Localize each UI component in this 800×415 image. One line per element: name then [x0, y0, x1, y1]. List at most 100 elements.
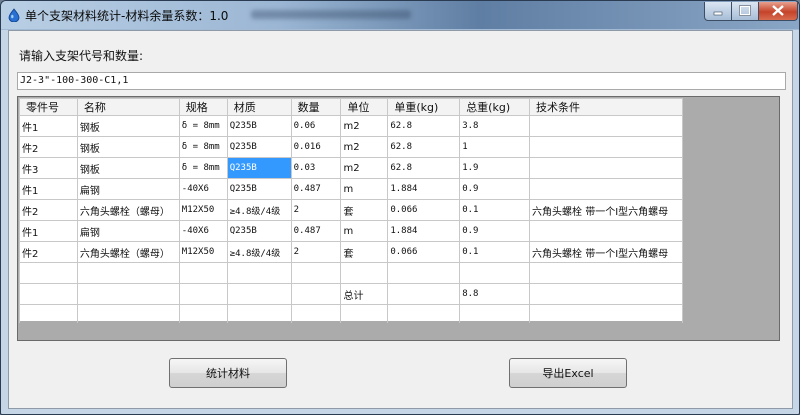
materials-grid[interactable]: 零件号 名称 规格 材质 数量 单位 单重(kg) 总重(kg) 技术条件 件1 钢板 δ = 8m… [17, 96, 780, 341]
table-cell[interactable]: -40X6 [178, 178, 228, 200]
stats-button[interactable]: 统计材料 [169, 358, 287, 388]
table-cell[interactable] [226, 262, 292, 284]
table-cell[interactable]: 钢板 [76, 136, 180, 158]
table-row[interactable]: 总计 8.8 [19, 283, 683, 305]
table-cell[interactable]: m2 [340, 136, 389, 158]
column-header[interactable]: 规格 [178, 98, 228, 116]
column-header[interactable]: 零件号 [19, 98, 78, 116]
table-row[interactable]: 件3 钢板 δ = 8mm Q235B 0.03 m2 62.8 1.9 [19, 157, 683, 179]
table-cell[interactable]: δ = 8mm [178, 157, 228, 179]
table-cell[interactable]: 件3 [19, 157, 78, 179]
table-row[interactable]: 件1 扁钢 -40X6 Q235B 0.487 m 1.884 0.9 [19, 178, 683, 200]
table-cell[interactable]: 0.1 [459, 199, 531, 221]
column-header[interactable]: 单位 [340, 98, 389, 116]
table-cell[interactable]: 1.9 [459, 157, 531, 179]
table-cell[interactable] [387, 283, 461, 305]
table-cell[interactable] [76, 262, 180, 284]
table-cell[interactable]: ≥4.8级/4级 [226, 199, 292, 221]
table-cell[interactable]: 0.1 [459, 241, 531, 263]
table-cell[interactable]: 0.066 [387, 241, 461, 263]
table-cell[interactable] [529, 220, 683, 242]
table-cell[interactable] [529, 262, 683, 284]
table-cell[interactable] [459, 262, 531, 284]
table-cell[interactable]: Q235B [226, 115, 292, 137]
table-row[interactable]: 件1 扁钢 -40X6 Q235B 0.487 m 1.884 0.9 [19, 220, 683, 242]
table-row[interactable] [19, 262, 683, 284]
table-cell[interactable] [340, 262, 389, 284]
table-cell[interactable]: 0.487 [290, 220, 342, 242]
column-header[interactable]: 材质 [226, 98, 292, 116]
table-cell[interactable]: m [340, 178, 389, 200]
table-cell[interactable]: 1.884 [387, 178, 461, 200]
table-cell[interactable]: 套 [340, 199, 389, 221]
table-cell[interactable]: 0.9 [459, 220, 531, 242]
table-row[interactable]: 件2 六角头螺栓（螺母） M12X50 ≥4.8级/4级 2 套 0.066 0.1 六角头螺栓… [19, 199, 683, 221]
table-cell[interactable]: 8.8 [459, 283, 531, 305]
column-header[interactable]: 数量 [290, 98, 342, 116]
export-excel-button[interactable]: 导出Excel [509, 358, 627, 388]
table-row[interactable]: 件2 钢板 δ = 8mm Q235B 0.016 m2 62.8 1 [19, 136, 683, 158]
table-cell[interactable] [529, 178, 683, 200]
maximize-button[interactable] [731, 2, 759, 21]
table-cell[interactable]: 六角头螺栓（螺母） [76, 241, 180, 263]
table-cell[interactable] [290, 262, 342, 284]
table-cell[interactable]: 0.487 [290, 178, 342, 200]
table-cell[interactable]: 件1 [19, 115, 78, 137]
table-cell[interactable] [387, 262, 461, 284]
table-cell[interactable]: 1 [459, 136, 531, 158]
table-cell[interactable]: m [340, 220, 389, 242]
table-cell[interactable] [529, 115, 683, 137]
table-cell[interactable]: 2 [290, 199, 342, 221]
table-cell[interactable]: 总计 [340, 283, 389, 305]
table-cell[interactable] [76, 283, 180, 305]
table-cell[interactable]: 扁钢 [76, 220, 180, 242]
table-cell[interactable] [529, 136, 683, 158]
table-cell[interactable] [19, 262, 78, 284]
column-header[interactable]: 名称 [76, 98, 180, 116]
table-cell[interactable] [529, 157, 683, 179]
table-cell[interactable]: 扁钢 [76, 178, 180, 200]
table-cell[interactable]: 钢板 [76, 115, 180, 137]
column-header[interactable]: 技术条件 [529, 98, 683, 116]
table-cell[interactable] [178, 283, 228, 305]
bracket-code-input[interactable]: J2-3"-100-300-C1,1 [17, 72, 786, 90]
table-cell[interactable]: 钢板 [76, 157, 180, 179]
table-cell[interactable]: 2 [290, 241, 342, 263]
table-cell[interactable] [529, 283, 683, 305]
minimize-button[interactable] [704, 2, 732, 21]
table-cell[interactable]: Q235B [226, 157, 292, 179]
table-cell[interactable]: δ = 8mm [178, 115, 228, 137]
table-row[interactable]: 件2 六角头螺栓（螺母） M12X50 ≥4.8级/4级 2 套 0.066 0.1 六角头螺栓… [19, 241, 683, 263]
table-cell[interactable]: M12X50 [178, 199, 228, 221]
table-cell[interactable]: 0.066 [387, 199, 461, 221]
table-cell[interactable]: Q235B [226, 136, 292, 158]
table-cell[interactable]: δ = 8mm [178, 136, 228, 158]
table-cell[interactable]: 六角头螺栓 带一个I型六角螺母 [529, 199, 683, 221]
table-cell[interactable]: 0.016 [290, 136, 342, 158]
table-cell[interactable] [226, 283, 292, 305]
table-row[interactable]: 件1 钢板 δ = 8mm Q235B 0.06 m2 62.8 3.8 [19, 115, 683, 137]
table-cell[interactable]: 0.06 [290, 115, 342, 137]
table-cell[interactable]: 六角头螺栓（螺母） [76, 199, 180, 221]
title-bar[interactable]: 单个支架材料统计-材料余量系数：1.0 [1, 1, 799, 29]
close-button[interactable] [758, 2, 798, 21]
table-cell[interactable] [178, 262, 228, 284]
table-cell[interactable]: 3.8 [459, 115, 531, 137]
table-cell[interactable]: 0.9 [459, 178, 531, 200]
table-cell[interactable]: ≥4.8级/4级 [226, 241, 292, 263]
column-header[interactable]: 单重(kg) [387, 98, 461, 116]
column-header[interactable]: 总重(kg) [459, 98, 531, 116]
table-cell[interactable]: m2 [340, 115, 389, 137]
table-cell[interactable]: 件1 [19, 178, 78, 200]
table-cell[interactable]: 件1 [19, 220, 78, 242]
table-cell[interactable]: M12X50 [178, 241, 228, 263]
table-cell[interactable]: Q235B [226, 178, 292, 200]
table-cell[interactable]: -40X6 [178, 220, 228, 242]
table-cell[interactable] [290, 283, 342, 305]
table-cell[interactable]: m2 [340, 157, 389, 179]
table-cell[interactable]: Q235B [226, 220, 292, 242]
table-cell[interactable]: 件2 [19, 199, 78, 221]
table-cell[interactable] [19, 283, 78, 305]
table-cell[interactable]: 1.884 [387, 220, 461, 242]
table-cell[interactable]: 62.8 [387, 157, 461, 179]
